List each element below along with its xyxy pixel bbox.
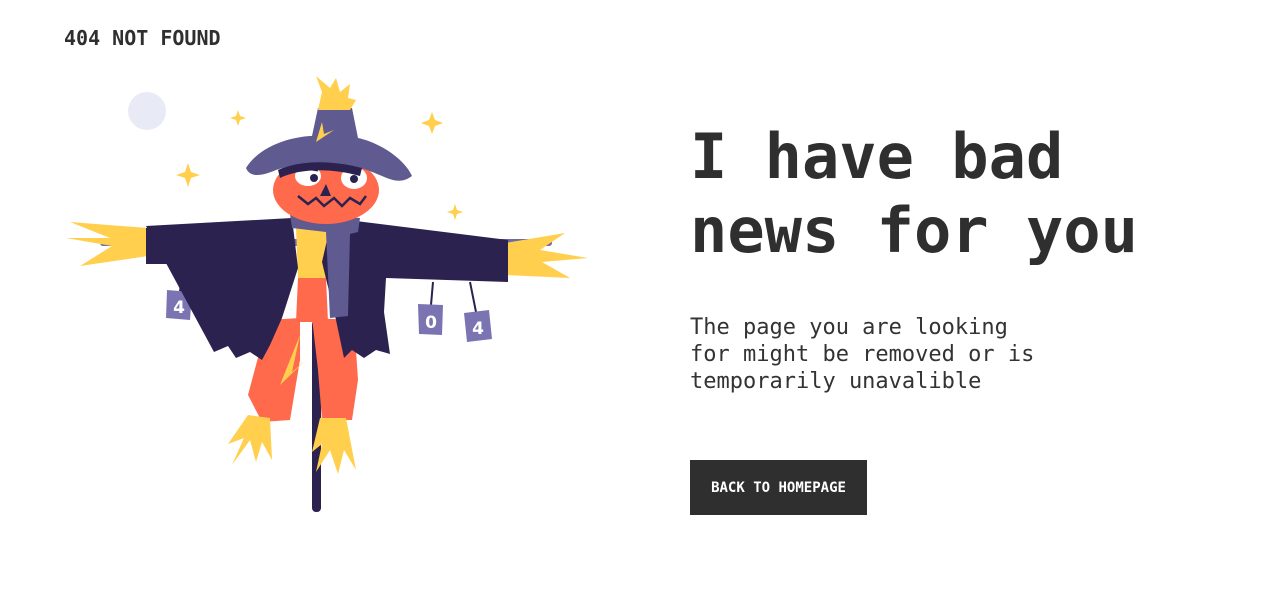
message-line: The page you are looking [690,315,1008,340]
back-to-homepage-button[interactable]: BACK TO HOMEPAGE [690,460,867,515]
brand-title: 404 NOT FOUND [64,26,221,50]
can-label: 0 [425,313,437,333]
scarecrow-illustration: 4 0 4 [66,76,588,512]
headline-line: news for you [690,194,1138,267]
straw-hat [316,76,356,110]
main-content: I have bad news for you The page you are… [690,120,1250,395]
error-message: The page you are looking for might be re… [690,314,1090,395]
can-label: 4 [173,298,185,318]
page-headline: I have bad news for you [690,120,1250,268]
can-label: 4 [472,319,484,339]
straw-leg-right [312,418,356,474]
can-right: 4 [464,310,492,342]
message-line: for might be removed or is [690,342,1035,367]
moon-icon [128,92,166,130]
straw-left [66,222,148,266]
message-line: temporarily unavalible [690,369,982,394]
straw-leg-left [228,415,272,465]
headline-line: I have bad [690,120,1064,193]
can-middle: 0 [418,304,443,335]
